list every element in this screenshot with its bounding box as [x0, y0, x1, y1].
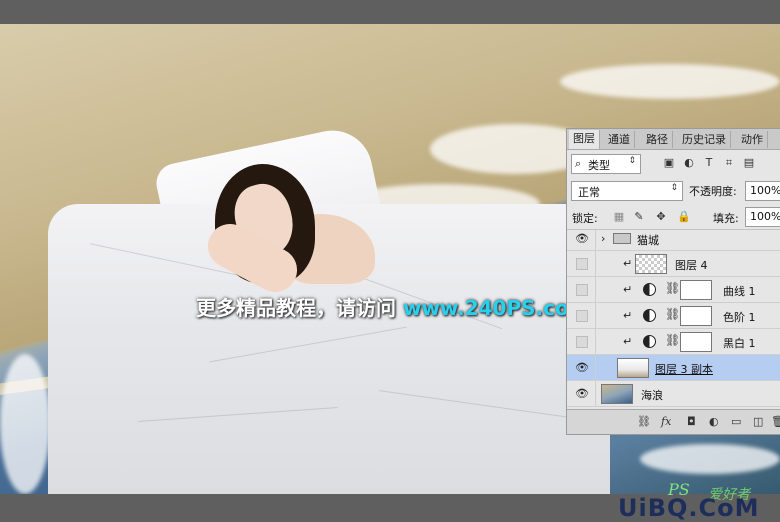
layer-thumbnail — [635, 254, 667, 274]
layer-name: 猫城 — [637, 234, 659, 247]
adjustment-layer-icon — [643, 309, 656, 322]
visibility-toggle[interactable] — [567, 277, 596, 302]
watermark-url-text: www.240PS.com — [402, 296, 590, 320]
layer-row-group[interactable]: 👁 › 猫城 — [567, 230, 780, 251]
layer-thumbnail — [617, 358, 649, 378]
layer-name: 图层 4 — [675, 259, 708, 272]
tab-layers[interactable]: 图层 — [569, 130, 600, 149]
filter-pixel-icon[interactable]: ▣ — [663, 157, 675, 169]
layer-name: 黑白 1 — [723, 337, 756, 350]
delete-layer-icon[interactable]: 🗑 — [771, 415, 780, 428]
visibility-toggle[interactable] — [567, 329, 596, 354]
clipping-arrow-icon: ↵ — [623, 309, 633, 322]
layer-row[interactable]: ↵ ⛓ 黑白 1 — [567, 329, 780, 355]
sheet-fold — [209, 326, 407, 363]
layer-name: 海浪 — [641, 389, 663, 402]
opacity-input[interactable]: 100% — [745, 181, 780, 201]
lock-row: 锁定: ▦ ✎ ✥ 🔒 填充: 100% — [567, 205, 780, 230]
folder-icon — [613, 233, 631, 244]
fill-value: 100% — [750, 210, 780, 223]
new-layer-icon[interactable]: ◫ — [753, 415, 763, 428]
hidden-eye-icon — [576, 284, 588, 296]
layer-row[interactable]: ↵ 图层 4 — [567, 251, 780, 277]
layer-thumbnail — [601, 384, 633, 404]
layer-row-selected[interactable]: 👁 图层 3 副本 — [567, 355, 780, 381]
layer-filter-select[interactable]: ⌕ 类型 ⇕ — [571, 154, 641, 174]
blend-row: 正常 ⇕ 不透明度: 100% — [567, 179, 780, 203]
visibility-toggle[interactable]: 👁 — [567, 230, 596, 250]
fx-icon[interactable]: fx — [661, 415, 671, 428]
sheet-fold — [378, 390, 578, 419]
blend-mode-select[interactable]: 正常 ⇕ — [571, 181, 683, 201]
tab-history[interactable]: 历史记录 — [678, 131, 731, 148]
lock-transparent-icon[interactable]: ▦ — [613, 211, 625, 223]
chain-link-icon: ⛓ — [665, 333, 681, 347]
lock-all-icon[interactable]: 🔒 — [677, 211, 691, 223]
watermark-cn-text: 更多精品教程，请访问 — [196, 296, 396, 320]
filter-adjustment-icon[interactable]: ◐ — [683, 157, 695, 169]
updown-arrow-icon: ⇕ — [628, 156, 636, 166]
chain-link-icon: ⛓ — [665, 307, 681, 321]
new-adjustment-icon[interactable]: ◐ — [709, 415, 719, 428]
layer-name: 色阶 1 — [723, 311, 756, 324]
search-icon: ⌕ — [575, 157, 582, 170]
eye-icon: 👁 — [575, 387, 589, 400]
visibility-toggle[interactable]: 👁 — [567, 355, 596, 380]
layer-filter-row: ⌕ 类型 ⇕ ▣ ◐ T ⌗ ▤ — [567, 151, 780, 177]
wave-foam — [0, 354, 50, 494]
lock-paint-brush-icon[interactable]: ✎ — [633, 211, 645, 223]
link-layers-icon[interactable]: ⛓ — [637, 415, 651, 428]
layers-bottom-bar: ⛓ fx ◘ ◐ ▭ ◫ 🗑 — [567, 409, 780, 434]
layer-mask-thumbnail — [680, 280, 712, 300]
layer-row[interactable]: 👁 海浪 — [567, 381, 780, 407]
layer-row[interactable]: ↵ ⛓ 曲线 1 — [567, 277, 780, 303]
visibility-toggle[interactable] — [567, 251, 596, 276]
blend-mode-value: 正常 — [578, 186, 600, 199]
updown-arrow-icon: ⇕ — [670, 183, 678, 193]
opacity-value: 100% — [750, 184, 780, 197]
wave-foam — [560, 64, 780, 99]
layer-filter-value: 类型 — [588, 159, 610, 172]
tutorial-watermark: 更多精品教程，请访问 www.240PS.com — [196, 292, 590, 321]
lock-move-icon[interactable]: ✥ — [655, 211, 667, 223]
filter-shape-icon[interactable]: ⌗ — [723, 157, 735, 169]
layer-name: 图层 3 副本 — [655, 363, 713, 376]
chain-link-icon: ⛓ — [665, 281, 681, 295]
eye-icon: 👁 — [575, 232, 589, 245]
layer-mask-thumbnail — [680, 306, 712, 326]
visibility-toggle[interactable]: 👁 — [567, 381, 596, 406]
lock-label: 锁定: — [572, 212, 598, 225]
tab-paths[interactable]: 路径 — [642, 131, 673, 148]
eye-icon: 👁 — [575, 361, 589, 374]
panel-tab-bar: 图层 通道 路径 历史记录 动作 — [567, 129, 780, 150]
tab-actions[interactable]: 动作 — [737, 131, 768, 148]
fill-label: 填充: — [713, 212, 739, 225]
adjustment-layer-icon — [643, 335, 656, 348]
clipping-arrow-icon: ↵ — [623, 257, 633, 270]
layer-mask-thumbnail — [680, 332, 712, 352]
collapse-arrow-icon[interactable]: › — [601, 232, 605, 245]
fill-input[interactable]: 100% — [745, 207, 780, 227]
new-group-icon[interactable]: ▭ — [731, 415, 741, 428]
tab-channels[interactable]: 通道 — [604, 131, 635, 148]
filter-smart-object-icon[interactable]: ▤ — [743, 157, 755, 169]
layer-row[interactable]: ↵ ⛓ 色阶 1 — [567, 303, 780, 329]
clipping-arrow-icon: ↵ — [623, 335, 633, 348]
hidden-eye-icon — [576, 258, 588, 270]
visibility-toggle[interactable] — [567, 303, 596, 328]
opacity-label: 不透明度: — [689, 185, 737, 198]
clipping-arrow-icon: ↵ — [623, 283, 633, 296]
corner-logo-brand-text: UiBQ.CoM — [618, 494, 760, 522]
hidden-eye-icon — [576, 336, 588, 348]
adjustment-layer-icon — [643, 283, 656, 296]
layer-name: 曲线 1 — [723, 285, 756, 298]
add-mask-icon[interactable]: ◘ — [687, 415, 696, 428]
hidden-eye-icon — [576, 310, 588, 322]
sheet-fold — [138, 407, 338, 422]
filter-type-icon[interactable]: T — [703, 157, 715, 169]
layers-panel: 图层 通道 路径 历史记录 动作 ⌕ 类型 ⇕ ▣ ◐ T ⌗ ▤ 正常 ⇕ 不… — [566, 128, 780, 435]
wave-foam — [640, 444, 780, 474]
